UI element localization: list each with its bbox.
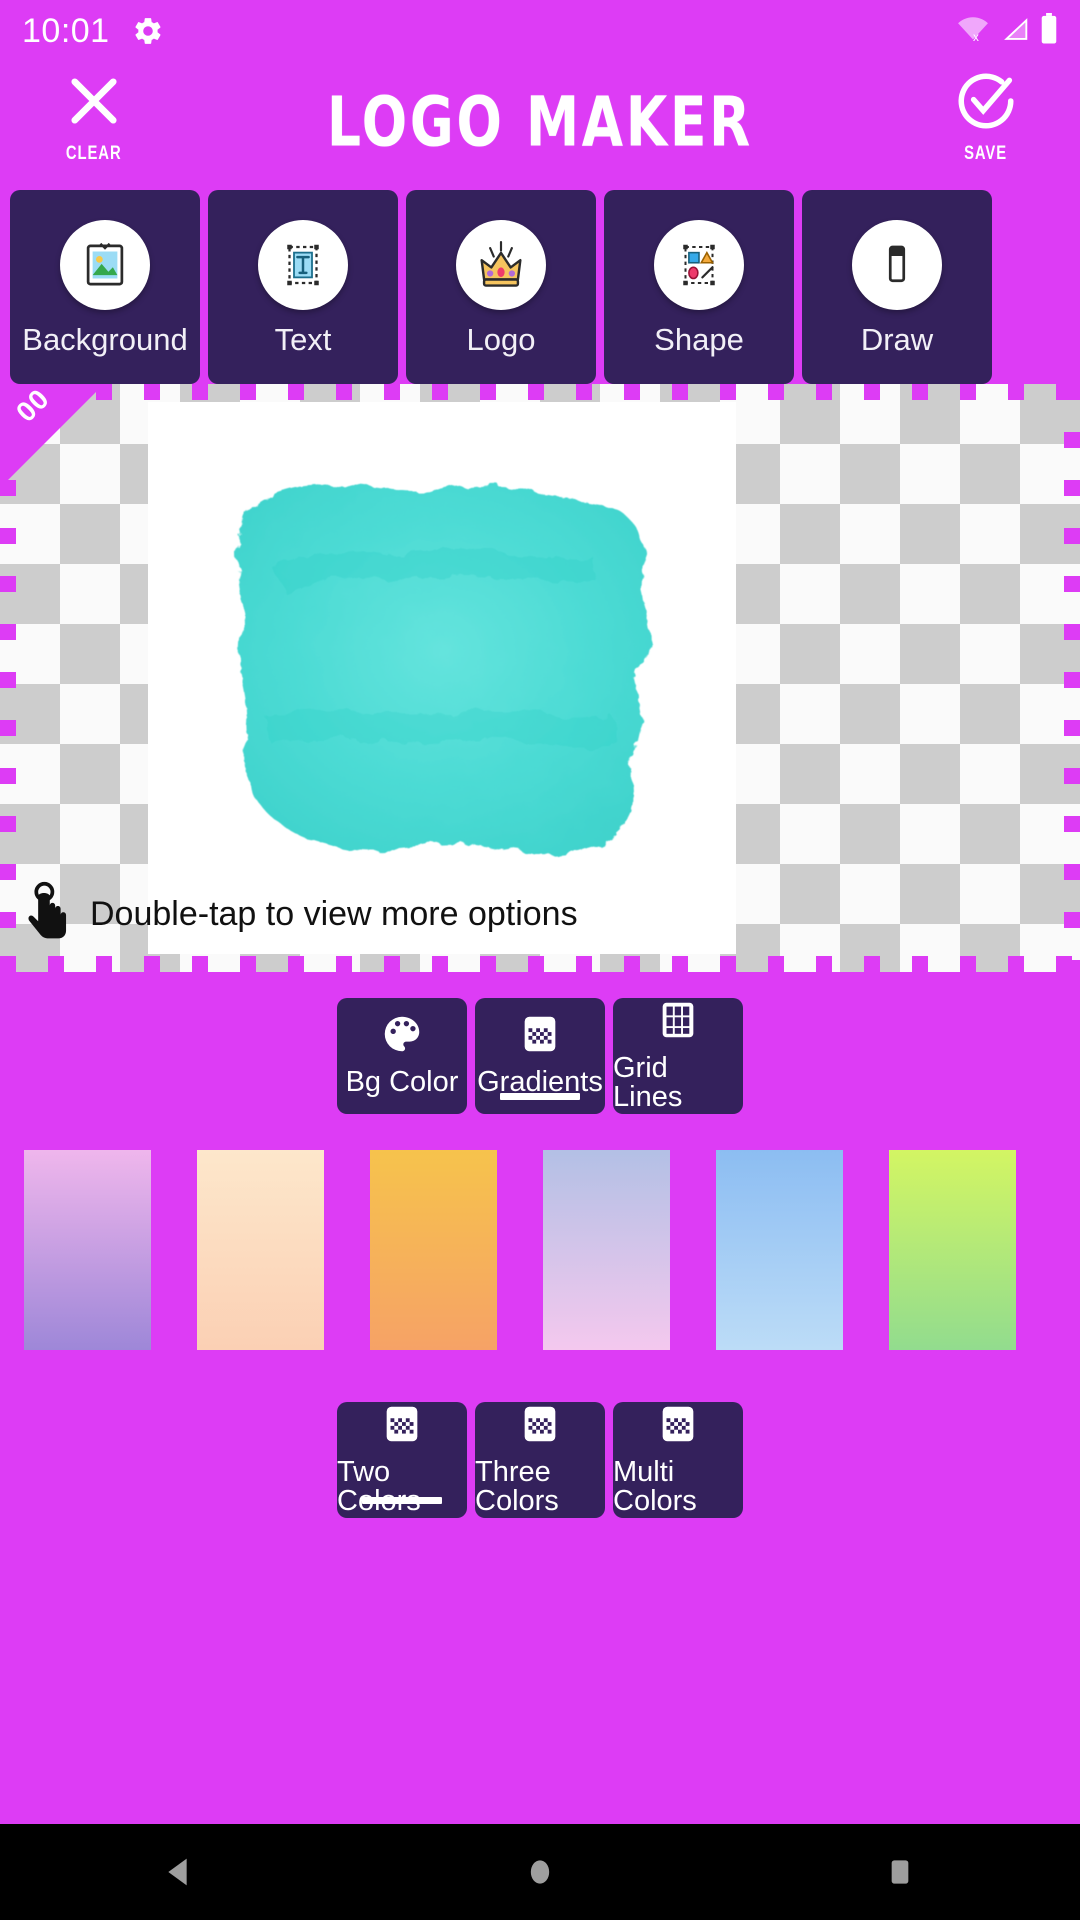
two-colors-button-label: Two Colors xyxy=(337,1455,421,1515)
checker-gradient-icon xyxy=(517,1401,563,1452)
double-tap-hand-icon xyxy=(24,881,74,948)
wifi-off-icon: x xyxy=(956,14,990,49)
category-tab-background[interactable]: Background xyxy=(10,190,200,384)
shapes-icon xyxy=(654,219,744,310)
multi-colors-button[interactable]: Multi Colors xyxy=(613,1402,743,1518)
grid-icon xyxy=(655,997,701,1048)
multi-colors-button-label: Multi Colors xyxy=(613,1455,697,1517)
text-box-icon xyxy=(258,219,348,310)
checker-gradient-icon xyxy=(379,1401,425,1452)
gradients-button[interactable]: Gradients xyxy=(475,998,605,1114)
gradient-swatch[interactable] xyxy=(24,1150,151,1350)
three-colors-button[interactable]: Three Colors xyxy=(475,1402,605,1518)
status-bar: 10:01 x xyxy=(0,0,1080,62)
palette-icon xyxy=(379,1011,425,1062)
gear-icon xyxy=(132,15,164,47)
gradient-swatch[interactable] xyxy=(889,1150,1016,1350)
bg-color-button[interactable]: Bg Color xyxy=(337,998,467,1114)
grid-lines-button-label: Grid Lines xyxy=(613,1051,683,1113)
gradient-swatch[interactable] xyxy=(716,1150,843,1350)
two-colors-button[interactable]: Two Colors xyxy=(337,1402,467,1518)
category-tab-label: Draw xyxy=(860,321,934,357)
bg-color-button-label: Bg Color xyxy=(345,1066,459,1098)
two-colors-selected-indicator xyxy=(362,1497,442,1504)
back-triangle-icon[interactable] xyxy=(120,1824,240,1920)
bottom-panel: Bg Color Gradients Grid Lines Two Three … xyxy=(0,972,1080,1534)
category-tab-strip[interactable]: Background Text Logo Shape Draw xyxy=(0,190,1080,384)
image-frame-icon xyxy=(60,219,150,310)
category-tab-shape[interactable]: Shape xyxy=(604,190,794,384)
category-tab-label: Background xyxy=(22,321,188,357)
category-tab-label: Shape xyxy=(654,321,744,357)
category-tab-draw[interactable]: Draw xyxy=(802,190,992,384)
three-colors-button-label: Three Colors xyxy=(475,1455,559,1517)
gradient-swatch[interactable] xyxy=(197,1150,324,1350)
checker-gradient-icon xyxy=(517,1011,563,1062)
home-circle-icon[interactable] xyxy=(480,1824,600,1920)
gradient-swatch-row[interactable] xyxy=(0,1114,1080,1364)
category-tab-logo[interactable]: Logo xyxy=(406,190,596,384)
canvas-hint-text: Double-tap to view more options xyxy=(90,895,578,933)
status-bar-icons: x xyxy=(956,12,1058,50)
signal-icon xyxy=(1000,15,1030,48)
app-bar: CLEAR LOGO MAKER SAVE xyxy=(0,62,1080,190)
category-tab-label: Text xyxy=(274,321,332,357)
page-title: LOGO MAKER xyxy=(326,81,754,163)
category-tab-label: Logo xyxy=(466,321,536,357)
gradient-swatch[interactable] xyxy=(543,1150,670,1350)
color-count-row[interactable]: Two Colors Three Colors xyxy=(0,1364,1080,1534)
recents-square-icon[interactable] xyxy=(840,1824,960,1920)
android-nav-bar[interactable] xyxy=(0,1824,1080,1920)
bg-mode-row[interactable]: Bg Color Gradients Grid Lines xyxy=(0,998,1080,1114)
draw-icon xyxy=(852,219,942,310)
status-bar-time: 10:01 xyxy=(22,12,110,50)
save-button-label: SAVE xyxy=(964,143,1008,164)
watercolor-image xyxy=(236,484,649,854)
crown-icon xyxy=(456,219,546,310)
canvas-hint: Double-tap to view more options xyxy=(24,881,578,948)
grid-lines-button[interactable]: Grid Lines xyxy=(613,998,743,1114)
svg-text:x: x xyxy=(973,30,979,43)
artboard[interactable] xyxy=(148,402,736,954)
battery-icon xyxy=(1040,12,1058,50)
canvas-area[interactable]: 00 Double-tap to view more options xyxy=(0,384,1080,972)
gradient-swatch[interactable] xyxy=(370,1150,497,1350)
gradients-selected-indicator xyxy=(500,1093,580,1100)
checker-gradient-icon xyxy=(655,1401,701,1452)
category-tab-text[interactable]: Text xyxy=(208,190,398,384)
